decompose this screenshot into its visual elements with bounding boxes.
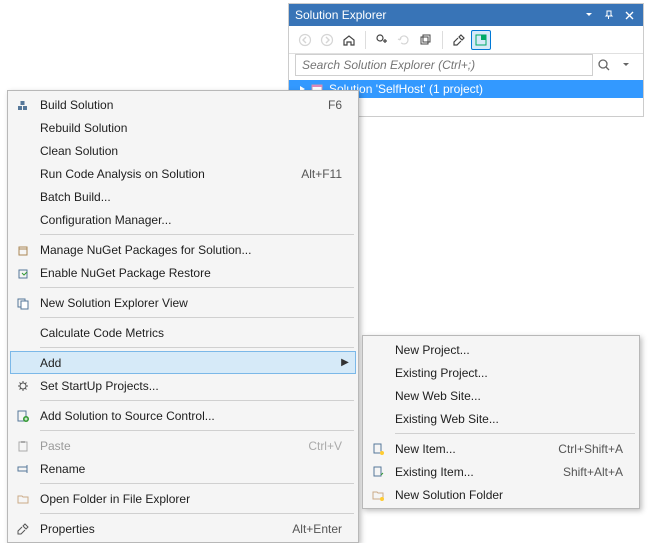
- back-icon[interactable]: [295, 30, 315, 50]
- menu-separator: [40, 234, 354, 235]
- search-dropdown-icon[interactable]: [615, 54, 637, 76]
- search-row: [289, 54, 643, 80]
- menu-code-analysis[interactable]: Run Code Analysis on SolutionAlt+F11: [10, 162, 356, 185]
- menu-config-manager[interactable]: Configuration Manager...: [10, 208, 356, 231]
- new-folder-icon: [365, 483, 391, 506]
- sync-icon[interactable]: [372, 30, 392, 50]
- source-control-icon: [10, 404, 36, 427]
- menu-new-view[interactable]: New Solution Explorer View: [10, 291, 356, 314]
- search-icon[interactable]: [593, 54, 615, 76]
- add-submenu: New Project... Existing Project... New W…: [362, 335, 640, 509]
- menu-separator: [40, 347, 354, 348]
- paste-icon: [10, 434, 36, 457]
- menu-clean-solution[interactable]: Clean Solution: [10, 139, 356, 162]
- menu-new-solution-folder[interactable]: New Solution Folder: [365, 483, 637, 506]
- menu-separator: [40, 317, 354, 318]
- menu-rename[interactable]: Rename: [10, 457, 356, 480]
- nuget-icon: [10, 238, 36, 261]
- collapse-all-icon[interactable]: [416, 30, 436, 50]
- wrench-icon: [10, 517, 36, 540]
- menu-nuget-manage[interactable]: Manage NuGet Packages for Solution...: [10, 238, 356, 261]
- menu-open-folder[interactable]: Open Folder in File Explorer: [10, 487, 356, 510]
- panel-toolbar: [289, 26, 643, 54]
- menu-separator: [40, 400, 354, 401]
- menu-new-website[interactable]: New Web Site...: [365, 384, 637, 407]
- menu-separator: [40, 513, 354, 514]
- build-icon: [10, 93, 36, 116]
- properties-icon[interactable]: [449, 30, 469, 50]
- gear-icon: [10, 374, 36, 397]
- pin-icon[interactable]: [601, 7, 617, 23]
- menu-new-item[interactable]: New Item... Ctrl+Shift+A: [365, 437, 637, 460]
- menu-add[interactable]: Add ▶: [10, 351, 356, 374]
- menu-code-metrics[interactable]: Calculate Code Metrics: [10, 321, 356, 344]
- new-item-icon: [365, 437, 391, 460]
- menu-build-solution[interactable]: Build Solution F6: [10, 93, 356, 116]
- close-icon[interactable]: [621, 7, 637, 23]
- preview-icon[interactable]: [471, 30, 491, 50]
- menu-nuget-restore[interactable]: Enable NuGet Package Restore: [10, 261, 356, 284]
- panel-titlebar: Solution Explorer: [289, 4, 643, 26]
- new-view-icon: [10, 291, 36, 314]
- menu-batch-build[interactable]: Batch Build...: [10, 185, 356, 208]
- existing-item-icon: [365, 460, 391, 483]
- dropdown-icon[interactable]: [581, 7, 597, 23]
- menu-startup-projects[interactable]: Set StartUp Projects...: [10, 374, 356, 397]
- menu-properties[interactable]: Properties Alt+Enter: [10, 517, 356, 540]
- solution-context-menu: Build Solution F6 Rebuild Solution Clean…: [7, 90, 359, 543]
- panel-title: Solution Explorer: [295, 8, 577, 22]
- forward-icon[interactable]: [317, 30, 337, 50]
- home-icon[interactable]: [339, 30, 359, 50]
- menu-separator: [40, 287, 354, 288]
- restore-icon: [10, 261, 36, 284]
- menu-separator: [40, 483, 354, 484]
- menu-separator: [40, 430, 354, 431]
- menu-existing-item[interactable]: Existing Item... Shift+Alt+A: [365, 460, 637, 483]
- submenu-arrow-icon: ▶: [340, 357, 350, 368]
- rename-icon: [10, 457, 36, 480]
- search-input[interactable]: [295, 54, 593, 76]
- menu-new-project[interactable]: New Project...: [365, 338, 637, 361]
- menu-rebuild-solution[interactable]: Rebuild Solution: [10, 116, 356, 139]
- refresh-icon[interactable]: [394, 30, 414, 50]
- menu-source-control[interactable]: Add Solution to Source Control...: [10, 404, 356, 427]
- folder-icon: [10, 487, 36, 510]
- menu-separator: [395, 433, 635, 434]
- menu-paste[interactable]: Paste Ctrl+V: [10, 434, 356, 457]
- menu-existing-website[interactable]: Existing Web Site...: [365, 407, 637, 430]
- menu-existing-project[interactable]: Existing Project...: [365, 361, 637, 384]
